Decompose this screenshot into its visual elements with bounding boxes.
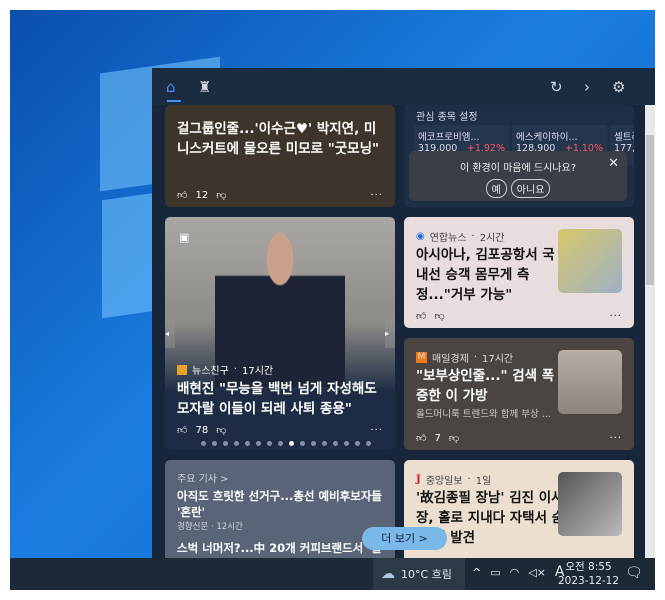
- more-options-icon[interactable]: ···: [609, 311, 622, 322]
- card-title[interactable]: 아시아나, 김포공항서 국내선 승객 몸무게 측정..."거부 가능": [416, 245, 556, 305]
- story-time: 12시간: [216, 522, 243, 532]
- top-stories-card: 주요 기사 > 아직도 흐릿한 선거구...총선 예비후보자들 '혼란' 경향신…: [165, 460, 395, 558]
- scrollbar[interactable]: [645, 105, 655, 558]
- card-title[interactable]: 걸그룹인줄...'이수근♥' 박지연, 미니스커트에 물오른 미모로 "굿모닝": [177, 119, 385, 159]
- stock-name: 셀트리: [614, 132, 634, 143]
- stock-name: 에코프로비엠...: [418, 132, 480, 143]
- wifi-icon[interactable]: ◠: [510, 566, 520, 580]
- like-count: 78: [195, 424, 209, 436]
- close-icon[interactable]: ✕: [608, 156, 619, 171]
- next-arrow[interactable]: ▸: [385, 320, 395, 348]
- carousel-dot[interactable]: [333, 441, 338, 446]
- stocks-label[interactable]: 관심 종목 설정: [416, 108, 478, 123]
- feedback-question: 이 환경이 마음에 드시나요?: [459, 163, 577, 174]
- carousel-dot[interactable]: [344, 441, 349, 446]
- source-name: 중앙일보: [425, 476, 463, 487]
- source-name: 연합뉴스: [429, 233, 467, 244]
- widgets-panel: ⌂ ♜ ↻ › ⚙ 걸그룹인줄...'이수근♥' 박지연, 미니스커트에 물오른…: [152, 68, 655, 558]
- like-count: 12: [195, 189, 209, 201]
- yes-button[interactable]: 예: [485, 179, 507, 198]
- refresh-icon[interactable]: ↻: [550, 77, 563, 97]
- thumbnail: [558, 229, 622, 293]
- weather-text: 10°C 흐림: [401, 568, 452, 581]
- carousel-dot[interactable]: [300, 441, 305, 446]
- see-more-button[interactable]: 더 보기 >: [362, 527, 447, 550]
- time-ago: 17시간: [482, 354, 514, 365]
- story-source: 경향신문: [177, 522, 209, 532]
- clock-time: 오전 8:55: [565, 561, 612, 573]
- dislike-icon[interactable]: 👎︎: [434, 310, 444, 322]
- card-summary: 올드머니룩 트렌드와 함께 부상 ...: [416, 409, 551, 420]
- feedback-popup: 이 환경이 마음에 드시나요? ✕ 예 아니요: [409, 151, 627, 201]
- weather-button[interactable]: ☁ 10°C 흐림: [373, 558, 465, 590]
- source-logo: ◉: [416, 231, 425, 242]
- thumbnail: [558, 472, 622, 536]
- panel-header: ⌂ ♜ ↻ › ⚙: [152, 68, 655, 105]
- more-options-icon[interactable]: ···: [609, 433, 622, 444]
- more-options-icon[interactable]: ···: [370, 425, 383, 436]
- news-card[interactable]: 걸그룹인줄...'이수근♥' 박지연, 미니스커트에 물오른 미모로 "굿모닝"…: [165, 105, 395, 207]
- carousel-dot[interactable]: [355, 441, 360, 446]
- carousel-dot[interactable]: [322, 441, 327, 446]
- hero-card[interactable]: ▣ ◂ ▸ 뉴스친구 · 17시간 배현진 "무능을 백번 넘게 자성해도 모자랄 …: [165, 217, 395, 450]
- carousel-dot[interactable]: [289, 441, 294, 446]
- chevron-up-icon[interactable]: ^: [472, 566, 481, 580]
- carousel-dot[interactable]: [234, 441, 239, 446]
- carousel-dot[interactable]: [267, 441, 272, 446]
- no-button[interactable]: 아니요: [510, 179, 551, 198]
- notification-icon[interactable]: 🗨︎: [625, 565, 643, 581]
- previous-arrow[interactable]: ◂: [165, 320, 175, 348]
- card-title[interactable]: "보부상인줄..." 검색 폭증한 이 가방: [416, 366, 566, 406]
- dislike-icon[interactable]: 👎︎: [449, 432, 459, 444]
- stock-name: 에스케이하이...: [516, 132, 578, 143]
- top-stories-link[interactable]: 주요 기사 >: [177, 470, 229, 485]
- carousel-dot[interactable]: [256, 441, 261, 446]
- gear-icon[interactable]: ⚙: [612, 77, 625, 97]
- carousel-dot[interactable]: [201, 441, 206, 446]
- home-icon[interactable]: ⌂: [166, 77, 176, 97]
- source-name: 뉴스친구: [192, 366, 229, 377]
- source-logo: J: [416, 474, 421, 485]
- carousel-dot[interactable]: [245, 441, 250, 446]
- carousel-dot[interactable]: [223, 441, 228, 446]
- chevron-right-icon[interactable]: ›: [584, 77, 590, 97]
- time-ago: 1일: [475, 476, 492, 487]
- news-card[interactable]: ◉ 연합뉴스 · 2시간 아시아나, 김포공항서 국내선 승객 몸무게 측정..."거…: [404, 217, 634, 328]
- like-icon[interactable]: 👍︎: [177, 424, 187, 436]
- clock-date: 2023-12-12: [558, 575, 620, 587]
- time-ago: 2시간: [479, 233, 505, 244]
- more-options-icon[interactable]: ···: [370, 190, 383, 201]
- carousel-dot[interactable]: [366, 441, 371, 446]
- thumbnail: [558, 350, 622, 414]
- battery-icon[interactable]: ▭: [490, 566, 500, 580]
- story-title[interactable]: 스벅 너머저?...中 20개 커피브랜드서 '빌: [177, 540, 387, 556]
- dislike-icon[interactable]: 👎︎: [216, 424, 226, 436]
- time-ago: 17시간: [242, 366, 274, 377]
- news-card[interactable]: M 매일경제 · 17시간 "보부상인줄..." 검색 폭증한 이 가방 올드머니룩 …: [404, 338, 634, 450]
- story-title[interactable]: 아직도 흐릿한 선거구...총선 예비후보자들 '혼란': [177, 488, 387, 520]
- card-title[interactable]: 배현진 "무능을 백번 넘게 자성해도 모자랄 이들이 되레 사퇴 종용": [177, 379, 385, 419]
- taskbar: ☁ 10°C 흐림 ^ ▭ ◠ ◁× A 오전 8:55 2023-12-12 🗨︎: [10, 558, 655, 590]
- carousel-dot[interactable]: [278, 441, 283, 446]
- chess-icon[interactable]: ♜: [198, 77, 211, 97]
- source-logo: M: [416, 352, 427, 363]
- volume-muted-icon[interactable]: ◁×: [528, 566, 546, 580]
- like-icon[interactable]: 👍︎: [416, 432, 426, 444]
- system-tray: ^ ▭ ◠ ◁× A: [472, 564, 565, 580]
- image-icon: ▣: [179, 231, 190, 244]
- source-name: 매일경제: [432, 354, 469, 365]
- carousel-dot[interactable]: [212, 441, 217, 446]
- like-icon[interactable]: 👍︎: [177, 189, 187, 201]
- like-count: 7: [434, 432, 441, 444]
- carousel-dot[interactable]: [311, 441, 316, 446]
- clock[interactable]: 오전 8:55 2023-12-12: [558, 560, 619, 588]
- source-logo: [177, 364, 187, 375]
- cloud-icon: ☁: [381, 566, 395, 582]
- active-tab-indicator: [167, 100, 181, 102]
- dislike-icon[interactable]: 👎︎: [216, 189, 226, 201]
- like-icon[interactable]: 👍︎: [416, 310, 426, 322]
- carousel-dots: [201, 441, 371, 446]
